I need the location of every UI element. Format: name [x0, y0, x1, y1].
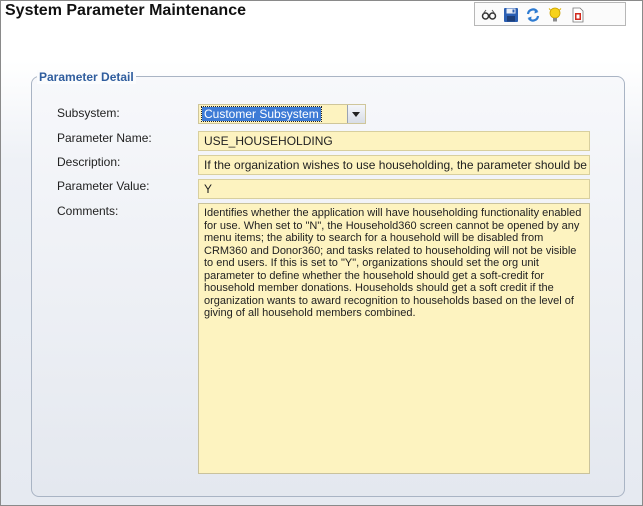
subsystem-select[interactable]: Customer Subsystem	[198, 104, 366, 124]
delete-icon[interactable]	[570, 7, 586, 23]
save-icon[interactable]	[503, 7, 519, 23]
subsystem-label: Subsystem:	[57, 106, 120, 120]
page-title: System Parameter Maintenance	[5, 2, 246, 19]
glasses-icon[interactable]	[481, 7, 497, 23]
parameter-name-label: Parameter Name:	[57, 131, 152, 145]
parameter-detail-legend: Parameter Detail	[37, 70, 136, 84]
chevron-down-icon[interactable]	[347, 105, 365, 123]
comments-textarea[interactable]: Identifies whether the application will …	[198, 203, 590, 474]
refresh-icon[interactable]	[525, 7, 541, 23]
parameter-name-field[interactable]: USE_HOUSEHOLDING	[198, 131, 590, 151]
subsystem-selected-value: Customer Subsystem	[201, 106, 322, 122]
parameter-value-label: Parameter Value:	[57, 179, 150, 193]
parameter-value-field[interactable]: Y	[198, 179, 590, 199]
comments-label: Comments:	[57, 204, 119, 218]
toolbar	[474, 2, 626, 26]
description-field[interactable]: If the organization wishes to use househ…	[198, 155, 590, 175]
lightbulb-icon[interactable]	[547, 7, 563, 23]
description-label: Description:	[57, 155, 121, 169]
